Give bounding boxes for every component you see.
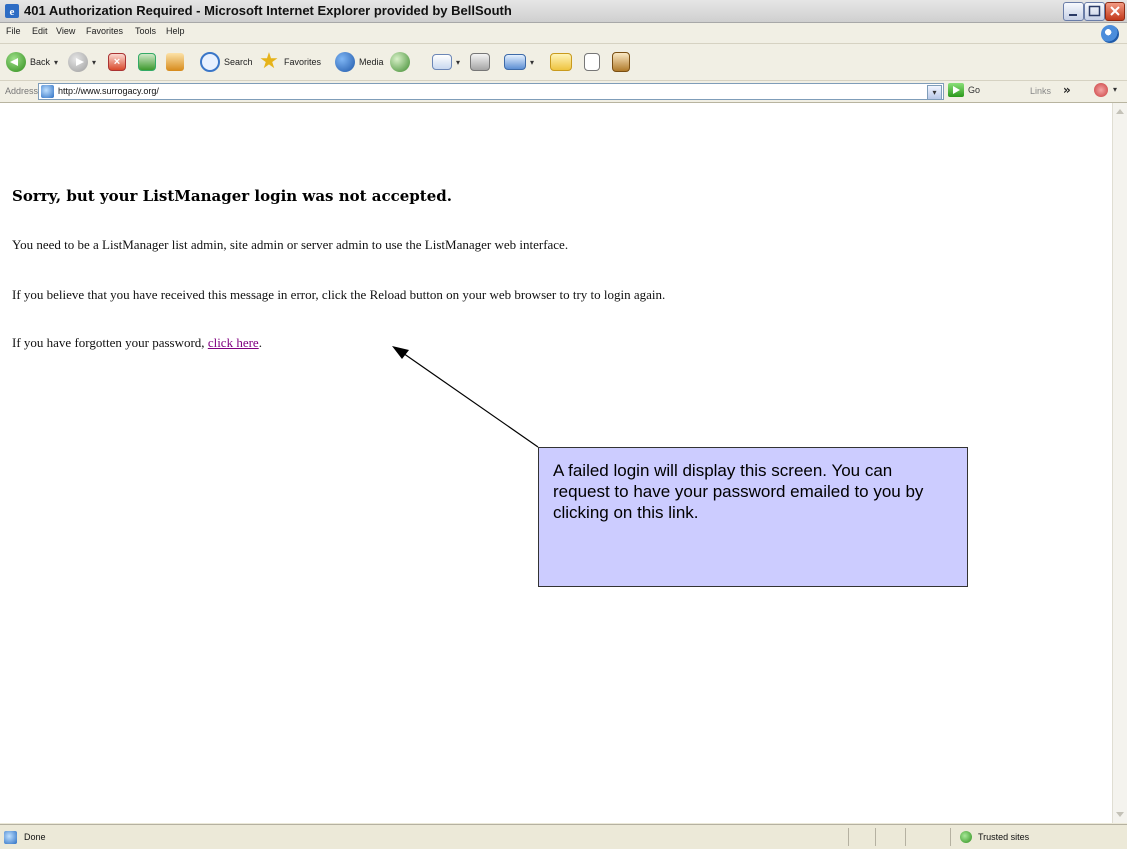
status-bar: Done Trusted sites bbox=[0, 824, 1127, 849]
page-status-icon bbox=[4, 831, 17, 844]
go-button[interactable]: Go bbox=[948, 83, 980, 97]
edit-icon bbox=[504, 54, 526, 70]
search-icon bbox=[200, 52, 220, 72]
folder-icon bbox=[550, 53, 572, 71]
status-divider bbox=[875, 828, 876, 846]
forgot-password-text: If you have forgotten your password, bbox=[12, 335, 208, 350]
menu-help[interactable]: Help bbox=[166, 26, 185, 36]
refresh-icon bbox=[138, 53, 156, 71]
close-button[interactable] bbox=[1105, 2, 1125, 21]
forgot-password-link[interactable]: click here bbox=[208, 335, 259, 350]
status-divider bbox=[950, 828, 951, 846]
maximize-icon bbox=[1088, 5, 1101, 17]
print-button[interactable] bbox=[470, 52, 490, 72]
menu-view[interactable]: View bbox=[56, 26, 75, 36]
svg-text:e: e bbox=[10, 6, 15, 18]
standard-toolbar: Back ▾ ▾ × Search ★ Favorites Media ▾ ▾ bbox=[0, 44, 1127, 81]
menu-tools[interactable]: Tools bbox=[135, 26, 156, 36]
links-chevron-icon[interactable]: » bbox=[1063, 83, 1071, 97]
folder-button[interactable] bbox=[550, 52, 572, 72]
print-icon bbox=[470, 53, 490, 71]
paragraph-reload-instruction: If you believe that you have received th… bbox=[12, 287, 666, 302]
home-button[interactable] bbox=[166, 52, 184, 72]
status-divider bbox=[905, 828, 906, 846]
title-bar: e 401 Authorization Required - Microsoft… bbox=[0, 0, 1127, 23]
window-title: 401 Authorization Required - Microsoft I… bbox=[24, 3, 512, 18]
browser-window: e 401 Authorization Required - Microsoft… bbox=[0, 0, 1127, 849]
address-input[interactable]: http://www.surrogacy.org/ ▾ bbox=[38, 83, 944, 100]
refresh-button[interactable] bbox=[138, 52, 156, 72]
go-label: Go bbox=[968, 85, 981, 95]
address-url: http://www.surrogacy.org/ bbox=[58, 86, 159, 96]
stop-button[interactable]: × bbox=[108, 52, 126, 72]
favorites-star-icon: ★ bbox=[259, 48, 279, 73]
search-label: Search bbox=[224, 57, 253, 67]
favorites-label: Favorites bbox=[284, 57, 322, 67]
address-dropdown-icon[interactable]: ▾ bbox=[927, 85, 942, 100]
messenger-button[interactable] bbox=[584, 52, 600, 72]
trusted-sites-icon bbox=[960, 831, 972, 843]
search-button[interactable]: Search bbox=[200, 52, 253, 72]
history-icon bbox=[390, 52, 410, 72]
media-button[interactable]: Media bbox=[335, 52, 384, 72]
research-button[interactable] bbox=[612, 52, 630, 72]
menu-edit[interactable]: Edit bbox=[32, 26, 48, 36]
maximize-button[interactable] bbox=[1084, 2, 1105, 21]
minimize-icon bbox=[1069, 14, 1077, 16]
address-bar: Address http://www.surrogacy.org/ ▾ Go L… bbox=[0, 81, 1127, 103]
research-icon bbox=[612, 52, 630, 72]
go-arrow-icon bbox=[948, 83, 964, 97]
minimize-button[interactable] bbox=[1063, 2, 1084, 21]
forward-button[interactable]: ▾ bbox=[68, 52, 96, 72]
forward-dropdown-icon[interactable]: ▾ bbox=[92, 58, 96, 67]
back-label: Back bbox=[30, 57, 51, 67]
favorites-button[interactable]: ★ Favorites bbox=[258, 48, 322, 73]
edit-dropdown-icon[interactable]: ▾ bbox=[530, 58, 534, 67]
mail-icon bbox=[432, 54, 452, 70]
menu-file[interactable]: File bbox=[6, 26, 21, 36]
edit-button[interactable]: ▾ bbox=[504, 52, 534, 72]
status-text: Done bbox=[24, 832, 46, 842]
back-arrow-icon bbox=[6, 52, 26, 72]
security-zone-label: Trusted sites bbox=[978, 832, 1030, 842]
forward-arrow-icon bbox=[68, 52, 88, 72]
back-button[interactable]: Back ▾ bbox=[6, 52, 58, 72]
vertical-scrollbar[interactable] bbox=[1112, 103, 1127, 823]
menu-bar: File Edit View Favorites Tools Help bbox=[0, 23, 1127, 44]
media-label: Media bbox=[359, 57, 384, 67]
scroll-up-icon[interactable] bbox=[1116, 109, 1124, 114]
page-heading: Sorry, but your ListManager login was no… bbox=[12, 187, 452, 205]
toolbar-extension-icon[interactable] bbox=[1094, 83, 1108, 97]
status-divider bbox=[848, 828, 849, 846]
annotation-callout: A failed login will display this screen.… bbox=[538, 447, 968, 587]
ie-logo-icon: e bbox=[5, 4, 19, 18]
toolbar-extension-dropdown-icon[interactable]: ▾ bbox=[1113, 85, 1117, 94]
back-dropdown-icon[interactable]: ▾ bbox=[54, 58, 58, 67]
address-label: Address bbox=[5, 86, 39, 96]
scroll-down-icon[interactable] bbox=[1116, 812, 1124, 817]
paragraph-forgot-password: If you have forgotten your password, cli… bbox=[12, 335, 262, 351]
media-icon bbox=[335, 52, 355, 72]
mail-dropdown-icon[interactable]: ▾ bbox=[456, 58, 460, 67]
close-icon bbox=[1110, 6, 1120, 16]
messenger-icon bbox=[584, 53, 600, 71]
windows-logo-icon bbox=[1101, 25, 1119, 43]
page-icon bbox=[41, 85, 54, 98]
stop-icon: × bbox=[108, 53, 126, 71]
menu-favorites[interactable]: Favorites bbox=[86, 26, 123, 36]
home-icon bbox=[166, 53, 184, 71]
paragraph-admin-requirement: You need to be a ListManager list admin,… bbox=[12, 237, 569, 252]
history-button[interactable] bbox=[390, 52, 410, 72]
links-label[interactable]: Links bbox=[1030, 86, 1051, 96]
mail-button[interactable]: ▾ bbox=[432, 52, 460, 72]
forgot-password-period: . bbox=[258, 335, 262, 350]
